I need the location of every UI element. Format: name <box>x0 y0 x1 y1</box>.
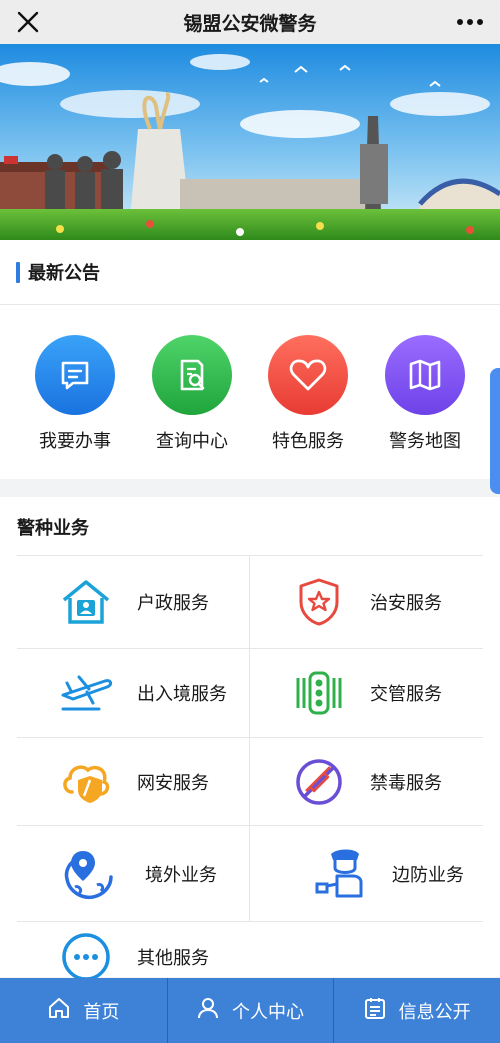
service-label: 禁毒服务 <box>370 772 442 794</box>
service-label: 境外业务 <box>145 864 217 886</box>
service-zhian[interactable]: 治安服务 <box>250 555 482 648</box>
service-label: 其他服务 <box>137 948 209 969</box>
map-icon <box>385 335 465 415</box>
traffic-light-icon <box>292 666 346 720</box>
notice-title: 最新公告 <box>28 263 100 284</box>
quick-item-banshi[interactable]: 我要办事 <box>20 335 130 453</box>
tab-label: 首页 <box>83 1001 120 1023</box>
service-jindu[interactable]: 禁毒服务 <box>250 738 482 825</box>
page-title: 锡盟公安微警务 <box>183 12 317 35</box>
service-label: 治安服务 <box>370 592 442 614</box>
service-label: 网安服务 <box>137 772 209 794</box>
no-drugs-icon <box>292 755 346 809</box>
quick-item-chaxun[interactable]: 查询中心 <box>137 335 247 453</box>
top-nav-bar: 锡盟公安微警务 <box>0 0 500 44</box>
banner-image[interactable] <box>0 44 500 240</box>
tab-personal-center[interactable]: 个人中心 <box>166 978 334 1043</box>
quick-item-label: 警务地图 <box>389 431 461 452</box>
document-search-icon <box>152 335 232 415</box>
message-icon <box>35 335 115 415</box>
police-services: 警种业务 户政服务 治安服务 出入境服务 交管服务 网安服务 禁毒服务 境外业务… <box>0 497 500 981</box>
tab-home[interactable]: 首页 <box>0 978 167 1043</box>
service-label: 户政服务 <box>137 592 209 614</box>
tab-label: 信息公开 <box>398 1001 471 1023</box>
notice-header[interactable]: 最新公告 <box>0 240 500 305</box>
close-icon[interactable] <box>12 6 44 38</box>
tab-label: 个人中心 <box>232 1001 304 1023</box>
cloud-shield-icon <box>59 755 113 809</box>
service-huzheng[interactable]: 户政服务 <box>17 555 249 648</box>
globe-pin-icon <box>61 847 115 901</box>
more-chat-icon <box>59 930 113 984</box>
service-wangan[interactable]: 网安服务 <box>17 738 249 825</box>
service-label: 边防业务 <box>392 864 464 886</box>
service-label: 交管服务 <box>370 684 442 705</box>
shield-star-icon <box>292 575 346 629</box>
service-jingwai[interactable]: 境外业务 <box>17 826 249 921</box>
quick-item-label: 查询中心 <box>156 431 228 452</box>
police-section-title: 警种业务 <box>17 518 89 539</box>
service-label: 出入境服务 <box>137 684 227 705</box>
border-officer-icon <box>312 847 366 901</box>
calendar-list-icon <box>363 996 387 1025</box>
bottom-tab-bar: 首页 个人中心 信息公开 <box>0 978 500 1043</box>
house-person-icon <box>59 575 113 629</box>
service-jiaoguan[interactable]: 交管服务 <box>250 649 482 737</box>
airplane-icon <box>59 666 113 720</box>
section-accent-bar <box>16 262 20 283</box>
quick-item-label: 我要办事 <box>39 431 111 452</box>
quick-item-ditu[interactable]: 警务地图 <box>370 335 480 453</box>
tab-info-disclosure[interactable]: 信息公开 <box>333 978 500 1043</box>
home-icon <box>47 996 71 1025</box>
quick-item-label: 特色服务 <box>272 431 344 452</box>
side-float-handle[interactable] <box>490 368 500 494</box>
service-bianfang[interactable]: 边防业务 <box>250 826 482 921</box>
more-dots-icon[interactable] <box>452 6 488 38</box>
quick-item-tese[interactable]: 特色服务 <box>253 335 363 453</box>
user-icon <box>196 996 220 1025</box>
heart-icon <box>268 335 348 415</box>
quick-services: 我要办事 查询中心 特色服务 警务地图 <box>0 305 500 479</box>
service-churujing[interactable]: 出入境服务 <box>17 649 249 737</box>
